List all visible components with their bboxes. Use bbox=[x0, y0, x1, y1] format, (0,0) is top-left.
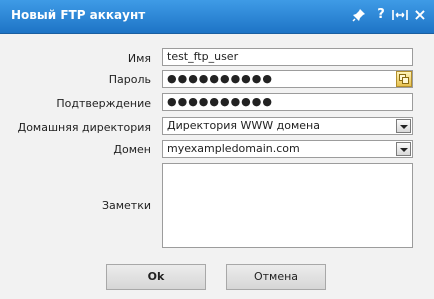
dialog-titlebar[interactable]: Новый FTP аккаунт ? × bbox=[0, 0, 434, 34]
chevron-down-icon[interactable] bbox=[396, 119, 411, 133]
resize-icon[interactable] bbox=[391, 6, 409, 24]
name-label: Имя bbox=[127, 52, 151, 65]
domain-select[interactable]: myexampledomain.com bbox=[162, 140, 413, 158]
password-label: Пароль bbox=[108, 73, 151, 86]
chevron-down-icon[interactable] bbox=[396, 142, 411, 156]
home-directory-label: Домашняя директория bbox=[17, 121, 151, 134]
help-icon[interactable]: ? bbox=[372, 6, 390, 24]
notes-textarea[interactable] bbox=[162, 163, 413, 248]
name-input[interactable]: test_ftp_user bbox=[162, 48, 413, 66]
ok-button[interactable]: Ok bbox=[106, 264, 206, 290]
cancel-button[interactable]: Отмена bbox=[226, 264, 326, 290]
close-icon[interactable]: × bbox=[411, 6, 429, 24]
generate-password-icon[interactable] bbox=[396, 71, 412, 87]
home-directory-value: Директория WWW домена bbox=[167, 119, 320, 132]
domain-value: myexampledomain.com bbox=[167, 142, 300, 155]
new-ftp-account-dialog: Новый FTP аккаунт ? × Имя test_ftp_user … bbox=[0, 0, 434, 299]
home-directory-select[interactable]: Директория WWW домена bbox=[162, 117, 413, 135]
password-input[interactable]: ●●●●●●●●●● bbox=[162, 70, 413, 88]
confirm-password-label: Подтверждение bbox=[56, 97, 151, 110]
domain-label: Домен bbox=[113, 143, 151, 156]
notes-label: Заметки bbox=[101, 199, 151, 212]
dialog-title: Новый FTP аккаунт bbox=[11, 8, 146, 22]
pin-icon[interactable] bbox=[350, 6, 368, 24]
confirm-password-input[interactable]: ●●●●●●●●●● bbox=[162, 93, 413, 111]
